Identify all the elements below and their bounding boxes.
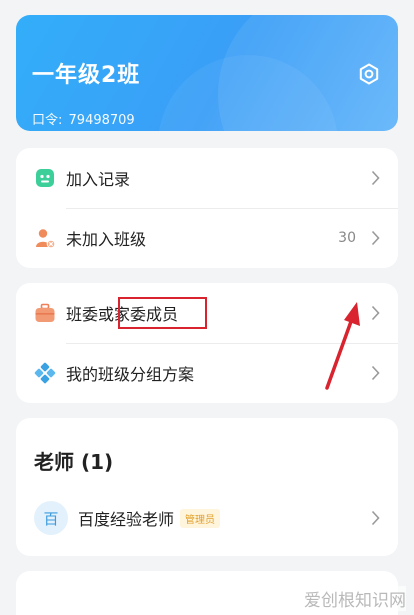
class-passcode: 口令: 79498709 — [32, 109, 135, 128]
annotation-arrow-icon — [325, 302, 360, 390]
menu-item-label: 未加入班级 — [66, 230, 147, 249]
passcode-label: 口令: — [32, 113, 63, 128]
menu-item-unjoined[interactable]: 未加入班级 30 — [16, 208, 398, 268]
chevron-right-icon — [371, 305, 380, 321]
watermark-text: 爱创根知识网 — [304, 586, 406, 611]
teachers-card: 老师 (1) 百 百度经验老师 管理员 — [16, 418, 398, 556]
chevron-right-icon — [371, 230, 380, 246]
teachers-title: 老师 (1) — [34, 450, 114, 474]
settings-icon[interactable] — [358, 63, 380, 85]
record-icon — [34, 167, 56, 189]
annotation-highlight-box — [118, 297, 207, 329]
briefcase-icon — [34, 302, 56, 324]
menu-item-join-records[interactable]: 加入记录 — [16, 148, 398, 208]
menu-item-label: 加入记录 — [66, 170, 131, 189]
unjoined-count: 30 — [338, 230, 356, 246]
person-unjoined-icon — [34, 227, 56, 249]
teacher-name: 百度经验老师 — [78, 510, 175, 529]
teacher-row[interactable]: 百 百度经验老师 管理员 — [16, 498, 398, 538]
avatar: 百 — [34, 501, 68, 535]
passcode-value: 79498709 — [68, 113, 135, 128]
group-plan-icon — [34, 362, 56, 384]
chevron-right-icon — [371, 170, 380, 186]
class-name: 一年级2班 — [32, 63, 141, 88]
class-header-card: 一年级2班 口令: 79498709 — [16, 15, 398, 131]
chevron-right-icon — [371, 510, 380, 526]
admin-badge: 管理员 — [180, 508, 221, 528]
chevron-right-icon — [371, 365, 380, 381]
join-menu-card: 加入记录 未加入班级 30 — [16, 148, 398, 268]
menu-item-label: 我的班级分组方案 — [66, 365, 195, 384]
